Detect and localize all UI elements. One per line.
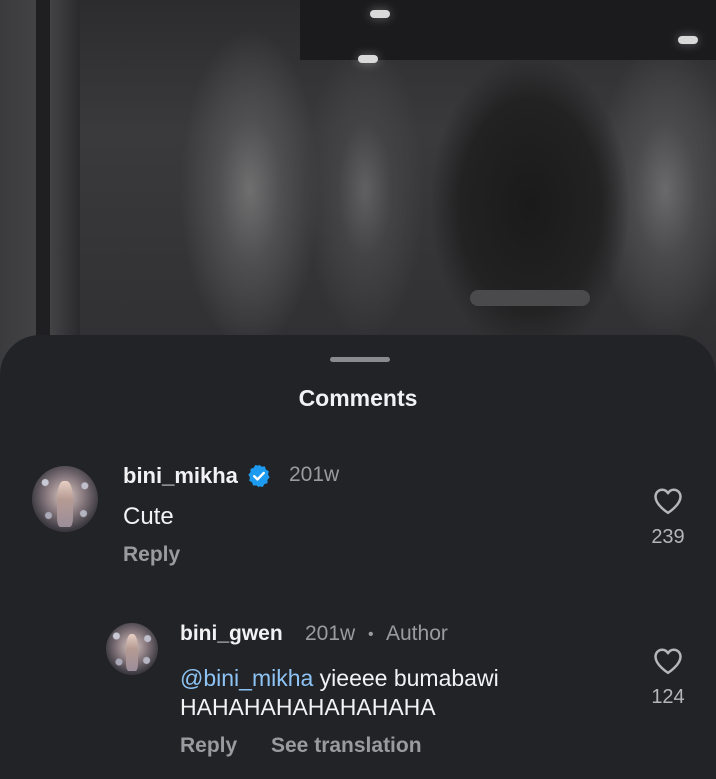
reply-text-line1: yieeee bumabawi bbox=[313, 665, 499, 691]
reply-button[interactable]: Reply bbox=[180, 734, 237, 758]
ceiling-light bbox=[370, 10, 390, 18]
ceiling-light bbox=[678, 36, 698, 44]
comment-username[interactable]: bini_mikha bbox=[123, 463, 238, 489]
author-badge: Author bbox=[386, 622, 448, 645]
stool bbox=[470, 290, 590, 306]
reply-timestamp: 201w bbox=[305, 622, 356, 645]
ceiling-light bbox=[358, 55, 378, 63]
comments-sheet: Comments bini_mikha 201w Cute Reply 239 … bbox=[0, 335, 716, 779]
sheet-title: Comments bbox=[298, 385, 418, 411]
avatar[interactable] bbox=[106, 623, 158, 675]
verified-badge-icon bbox=[248, 464, 270, 488]
like-button[interactable]: 239 bbox=[638, 487, 698, 549]
screen: Comments bini_mikha 201w Cute Reply 239 … bbox=[0, 0, 716, 779]
drag-handle[interactable] bbox=[330, 357, 390, 362]
like-count: 124 bbox=[651, 686, 685, 708]
studio-pillar bbox=[36, 0, 50, 380]
see-translation-button[interactable]: See translation bbox=[271, 734, 422, 758]
like-button[interactable]: 124 bbox=[638, 647, 698, 709]
avatar[interactable] bbox=[32, 466, 98, 532]
like-count: 239 bbox=[651, 526, 685, 548]
comment-text: Cute bbox=[123, 503, 174, 530]
reply-button[interactable]: Reply bbox=[123, 543, 180, 567]
separator-dot: • bbox=[368, 626, 374, 643]
background-video[interactable] bbox=[0, 0, 716, 380]
heart-icon[interactable] bbox=[653, 647, 683, 675]
reply-text-line2: HAHAHAHAHAHAHAHA bbox=[180, 694, 436, 720]
reply-text: @bini_mikha yieeee bumabawi HAHAHAHAHAHA… bbox=[180, 664, 560, 722]
mention-link[interactable]: @bini_mikha bbox=[180, 665, 313, 691]
heart-icon[interactable] bbox=[653, 487, 683, 515]
reply-username[interactable]: bini_gwen bbox=[180, 622, 283, 646]
comment-timestamp: 201w bbox=[289, 463, 340, 486]
